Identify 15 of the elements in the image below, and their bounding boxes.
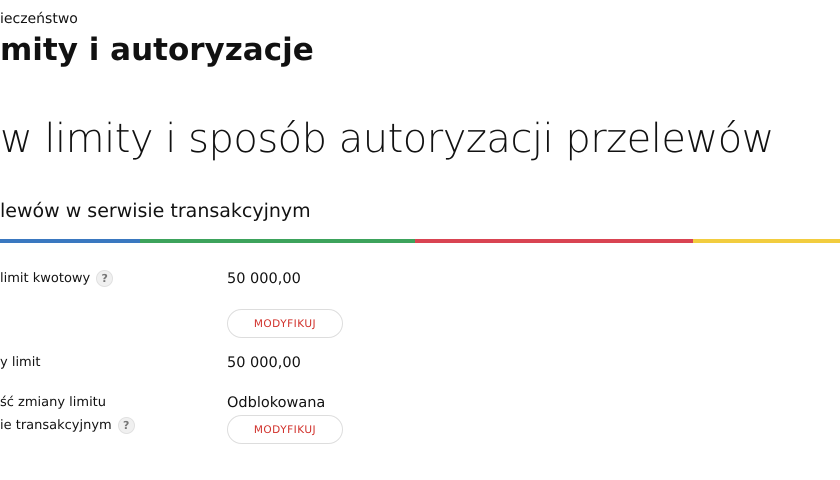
field-label: y limit bbox=[0, 354, 40, 372]
field-label: ść zmiany limitu bbox=[0, 394, 106, 412]
field-value: Odblokowana bbox=[227, 394, 326, 413]
field-label: ie transakcyjnym bbox=[0, 417, 112, 435]
section-title: lewów w serwisie transakcyjnym bbox=[0, 199, 311, 224]
breadcrumb[interactable]: ieczeństwo bbox=[0, 10, 78, 28]
field-value: 50 000,00 bbox=[227, 270, 301, 289]
modify-button[interactable]: MODYFIKUJ bbox=[227, 309, 343, 338]
field-label: limit kwotowy bbox=[0, 270, 90, 288]
heading: w limity i sposób autoryzacji przelewów bbox=[0, 115, 774, 164]
help-icon[interactable]: ? bbox=[96, 270, 114, 287]
modify-button[interactable]: MODYFIKUJ bbox=[227, 415, 343, 444]
page-title: mity i autoryzacje bbox=[0, 31, 314, 70]
help-icon[interactable]: ? bbox=[118, 417, 135, 434]
field-value: 50 000,00 bbox=[227, 354, 301, 373]
